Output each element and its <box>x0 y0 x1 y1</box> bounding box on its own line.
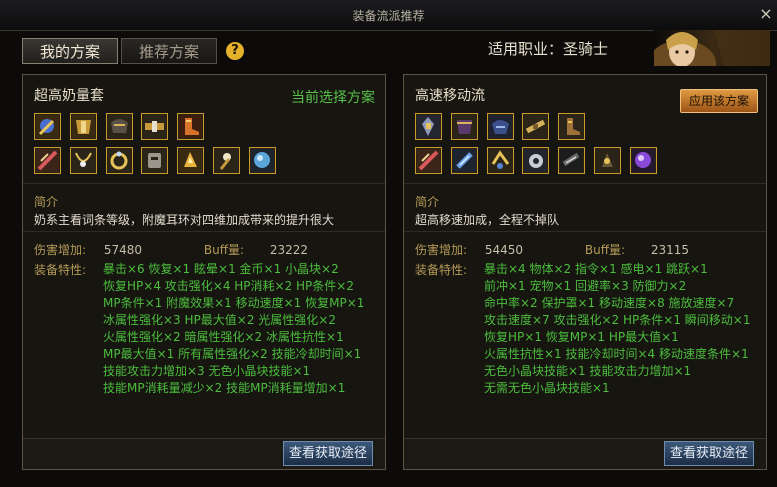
trait-line: 技能攻击力增加×3 无色小晶块技能×1 <box>103 364 311 378</box>
damage-increase-value: 54450 <box>484 243 524 257</box>
tab-my-plans[interactable]: 我的方案 <box>22 38 118 64</box>
equipment-row-2 <box>34 147 281 174</box>
armor-boots-icon[interactable] <box>558 113 586 140</box>
trait-line: MP最大值×1 所有属性强化×2 技能冷却时间×1 <box>103 347 362 361</box>
armor-top-icon[interactable] <box>450 113 478 140</box>
plan-panel-current: 超高奶量套 当前选择方案 简介 奶系主看词条等级，附魔耳环对四维加成带来的提升很… <box>22 74 386 470</box>
magic-stone-icon[interactable] <box>177 147 205 174</box>
trait-line: 恢复HP×4 攻击强化×4 HP消耗×2 HP条件×2 <box>103 279 354 293</box>
weapon-slot-icon[interactable] <box>415 113 442 140</box>
plan-panel-recommended: 高速移动流 应用该方案 简介 超高移速加成，全程不掉队 伤害增加: 54450 … <box>403 74 767 470</box>
buff-amount-label: Buff量: <box>584 243 626 257</box>
bracelet-icon[interactable] <box>415 147 442 174</box>
tab-recommended-plans[interactable]: 推荐方案 <box>121 38 217 64</box>
weapon-slot-icon[interactable] <box>34 113 61 140</box>
current-selection-label: 当前选择方案 <box>291 90 375 106</box>
trait-line: 冰属性强化×3 HP最大值×2 光属性强化×2 <box>103 313 336 327</box>
divider <box>404 183 766 184</box>
armor-boots-icon[interactable] <box>177 113 205 140</box>
earring-icon[interactable] <box>213 147 241 174</box>
buff-amount-value: 23222 <box>269 243 309 257</box>
bracelet-icon[interactable] <box>34 147 61 174</box>
equipment-traits-label: 装备特性: <box>34 263 87 277</box>
help-icon[interactable]: ? <box>226 42 244 60</box>
window-titlebar: 装备流派推荐 × <box>0 0 777 31</box>
panel-footer: 查看获取途径 <box>404 438 766 469</box>
view-source-button[interactable]: 查看获取途径 <box>283 441 373 466</box>
divider <box>23 183 385 184</box>
ring-icon[interactable] <box>105 147 133 174</box>
view-source-button[interactable]: 查看获取途径 <box>664 441 754 466</box>
damage-increase-label: 伤害增加: <box>34 243 87 257</box>
ring-icon[interactable] <box>486 147 514 174</box>
buff-amount-value: 23115 <box>650 243 690 257</box>
trait-line: 暴击×4 物体×2 指令×1 感电×1 跳跃×1 <box>484 262 708 276</box>
intro-label: 简介 <box>415 195 440 209</box>
equipment-traits-list: 暴击×4 物体×2 指令×1 感电×1 跳跃×1 前冲×1 宠物×1 回避率×3… <box>484 261 764 397</box>
necklace-icon[interactable] <box>69 147 97 174</box>
trait-line: 火属性抗性×1 技能冷却时间×4 移动速度条件×1 <box>484 347 749 361</box>
equipment-traits-label: 装备特性: <box>415 263 468 277</box>
trait-line: 命中率×2 保护罩×1 移动速度×8 施放速度×7 <box>484 296 735 310</box>
panel-footer: 查看获取途径 <box>23 438 385 469</box>
close-icon[interactable]: × <box>757 5 775 23</box>
divider <box>23 231 385 232</box>
applicable-class-label: 适用职业：圣骑士 <box>488 40 609 58</box>
trait-line: MP条件×1 附魔效果×1 移动速度×1 恢复MP×1 <box>103 296 365 310</box>
trait-line: 恢复HP×1 恢复MP×1 HP最大值×1 <box>484 330 679 344</box>
plan-title: 超高奶量套 <box>34 88 104 104</box>
equipment-row-2 <box>415 147 662 174</box>
intro-label: 简介 <box>34 195 59 209</box>
stats-row: 伤害增加: 54450 Buff量: 23115 <box>415 241 689 258</box>
trait-line: 无需无色小晶块技能×1 <box>484 381 610 395</box>
armor-belt-icon[interactable] <box>141 113 169 140</box>
armor-belt-icon[interactable] <box>522 113 550 140</box>
title-orb-icon[interactable] <box>629 147 657 174</box>
apply-plan-button[interactable]: 应用该方案 <box>680 89 758 113</box>
window-title: 装备流派推荐 <box>352 9 425 23</box>
plan-title: 高速移动流 <box>415 88 485 104</box>
intro-text: 奶系主看词条等级，附魔耳环对四维加成带来的提升很大 <box>34 213 335 227</box>
trait-line: 前冲×1 宠物×1 回避率×3 防御力×2 <box>484 279 687 293</box>
trait-line: 技能MP消耗量减少×2 技能MP消耗量增加×1 <box>103 381 346 395</box>
necklace-icon[interactable] <box>450 147 478 174</box>
trait-line: 无色小晶块技能×1 技能攻击力增加×1 <box>484 364 692 378</box>
damage-increase-label: 伤害增加: <box>415 243 468 257</box>
support-equipment-icon[interactable] <box>522 147 550 174</box>
buff-amount-label: Buff量: <box>203 243 245 257</box>
damage-increase-value: 57480 <box>103 243 143 257</box>
trait-line: 火属性强化×2 暗属性强化×2 冰属性抗性×1 <box>103 330 344 344</box>
divider <box>404 231 766 232</box>
armor-shoulder-icon[interactable] <box>105 113 133 140</box>
armor-shoulder-icon[interactable] <box>486 113 514 140</box>
title-orb-icon[interactable] <box>248 147 276 174</box>
magic-stone-icon[interactable] <box>558 147 586 174</box>
earring-icon[interactable] <box>594 147 622 174</box>
character-portrait <box>654 30 770 66</box>
equipment-traits-list: 暴击×6 恢复×1 眩晕×1 金币×1 小晶块×2 恢复HP×4 攻击强化×4 … <box>103 261 383 397</box>
equipment-row-1 <box>415 113 590 140</box>
equipment-row-1 <box>34 113 209 140</box>
intro-text: 超高移速加成，全程不掉队 <box>415 213 560 227</box>
armor-top-icon[interactable] <box>69 113 97 140</box>
trait-line: 暴击×6 恢复×1 眩晕×1 金币×1 小晶块×2 <box>103 262 339 276</box>
trait-line: 攻击速度×7 攻击强化×2 HP条件×1 瞬间移动×1 <box>484 313 751 327</box>
support-equipment-icon[interactable] <box>141 147 169 174</box>
stats-row: 伤害增加: 57480 Buff量: 23222 <box>34 241 308 258</box>
